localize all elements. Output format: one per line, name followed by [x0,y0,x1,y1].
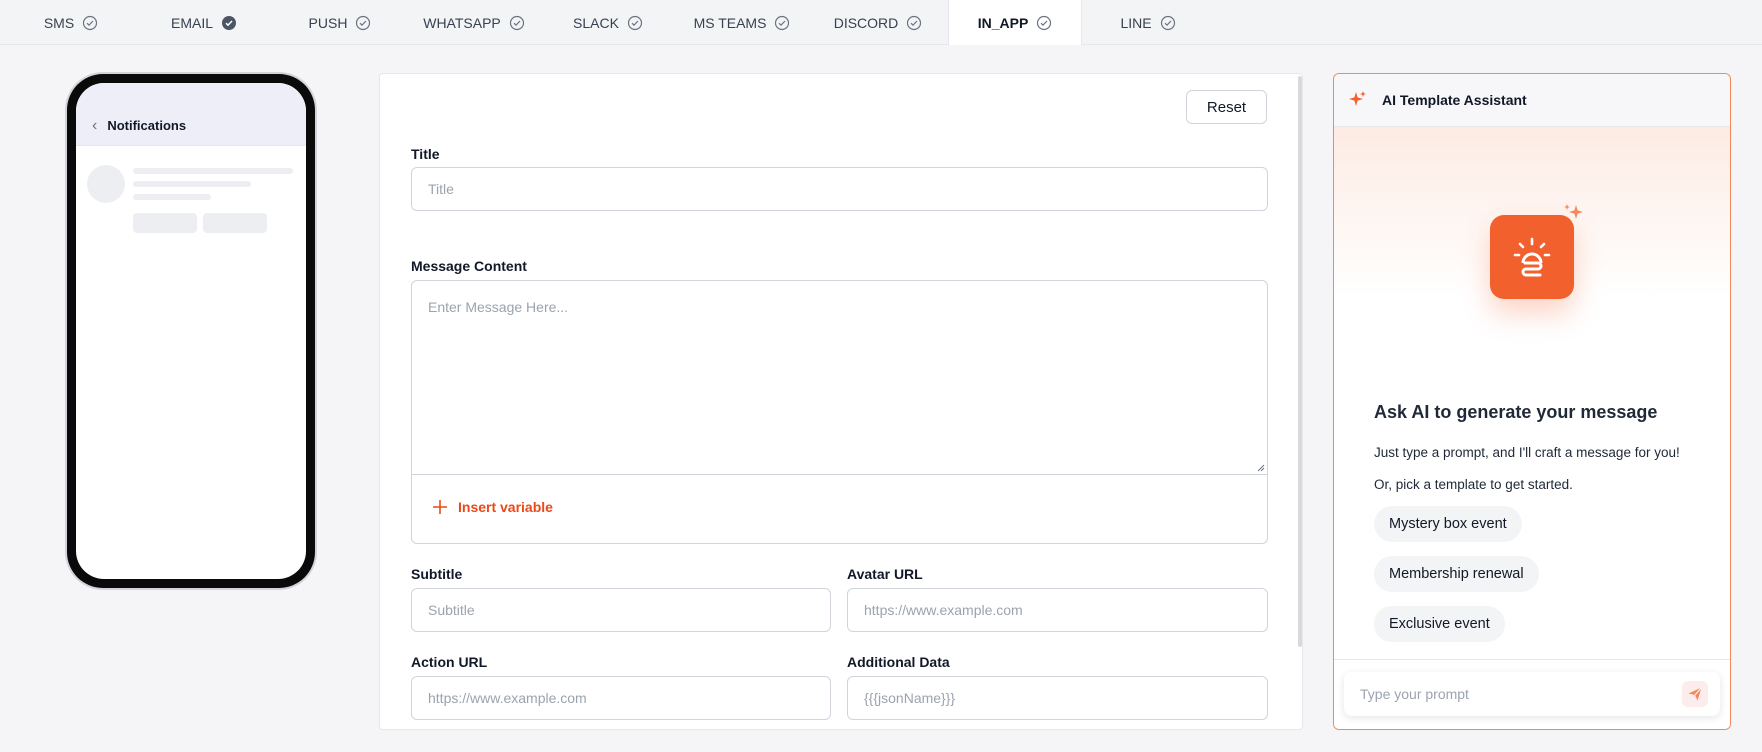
insert-variable-button[interactable]: Insert variable [432,499,553,515]
tab-ms-teams[interactable]: MS TEAMS [690,0,794,45]
check-circle-outline-icon [509,15,524,30]
ai-heading: Ask AI to generate your message [1374,402,1658,422]
chevron-left-icon: ‹ [92,117,98,134]
prompt-placeholder: Type your prompt [1360,686,1469,702]
additional-data-input[interactable]: {{{jsonName}}} [847,676,1268,720]
action-url-input[interactable]: https://www.example.com [411,676,831,720]
check-circle-filled-icon [222,15,236,30]
template-chip-mystery-box[interactable]: Mystery box event [1374,506,1522,542]
tab-label: MS TEAMS [693,14,767,31]
check-circle-outline-icon [1037,15,1052,30]
reset-button[interactable]: Reset [1186,90,1267,124]
tab-email[interactable]: EMAIL [160,0,248,45]
tab-label: SMS [43,14,75,31]
form-scrollbar[interactable] [1298,76,1302,647]
skeleton-line [133,181,251,187]
prompt-input[interactable]: Type your prompt [1344,672,1720,716]
skeleton-button [133,213,197,233]
plus-icon [433,500,447,514]
additional-data-label: Additional Data [847,654,950,670]
phone-screen: ‹ Notifications [76,83,306,579]
ai-title: AI Template Assistant [1382,92,1527,108]
resize-grip-icon[interactable] [1255,462,1265,472]
tab-label: SLACK [573,14,619,31]
subtitle-label: Subtitle [411,566,463,582]
channel-tabs: SMS EMAIL PUSH WHATSAPP SLACK MS TEAMS D… [0,0,1762,45]
ai-body: Ask AI to generate your message Just typ… [1334,127,1730,659]
send-icon [1688,687,1702,701]
send-button[interactable] [1682,681,1708,707]
subtitle-input[interactable]: Subtitle [411,588,831,632]
check-circle-outline-icon [356,15,371,30]
check-circle-outline-icon [907,15,922,30]
tab-discord[interactable]: DISCORD [830,0,926,45]
phone-header-title: Notifications [107,118,187,133]
message-content-label: Message Content [411,258,527,274]
tab-label: EMAIL [170,14,213,31]
siren-icon [1513,237,1551,277]
tab-label: WHATSAPP [423,14,501,31]
message-content-textarea[interactable]: Enter Message Here... [412,281,1267,475]
avatar-url-label: Avatar URL [847,566,923,582]
check-circle-outline-icon [627,15,643,30]
action-url-label: Action URL [411,654,488,670]
message-placeholder: Enter Message Here... [428,299,569,315]
skeleton-line [133,194,211,200]
ai-footer: Type your prompt [1334,659,1730,729]
tab-label: IN_APP [977,14,1029,31]
tab-slack[interactable]: SLACK [570,0,646,45]
tab-label: PUSH [308,14,348,31]
tab-label: LINE [1120,14,1152,31]
title-label: Title [411,146,440,162]
ai-subtext: Or, pick a template to get started. [1374,477,1573,492]
title-input[interactable]: Title [411,167,1268,211]
insert-variable-label: Insert variable [458,499,553,515]
check-circle-outline-icon [83,15,98,30]
ai-header: AI Template Assistant [1334,74,1730,127]
avatar-url-input[interactable]: https://www.example.com [847,588,1268,632]
skeleton-avatar [87,165,125,203]
ai-subtext: Just type a prompt, and I'll craft a mes… [1374,445,1680,460]
tab-sms[interactable]: SMS [30,0,112,45]
check-circle-outline-icon [775,15,790,30]
phone-header: ‹ Notifications [76,83,306,146]
ai-template-assistant: AI Template Assistant Ask AI to generate… [1333,73,1731,730]
sparkle-icon [1564,204,1583,219]
tab-label: DISCORD [833,14,899,31]
tab-in-app[interactable]: IN_APP [948,0,1082,45]
tab-line[interactable]: LINE [1114,0,1182,45]
tab-whatsapp[interactable]: WHATSAPP [418,0,530,45]
phone-preview: ‹ Notifications [67,74,315,588]
message-content-box: Enter Message Here... Insert variable [411,280,1268,544]
tab-push[interactable]: PUSH [300,0,380,45]
sparkle-icon [1349,91,1366,106]
skeleton-button [203,213,267,233]
template-chip-exclusive-event[interactable]: Exclusive event [1374,606,1505,642]
check-circle-outline-icon [1160,15,1175,30]
template-chip-membership-renewal[interactable]: Membership renewal [1374,556,1539,592]
skeleton-line [133,168,293,174]
